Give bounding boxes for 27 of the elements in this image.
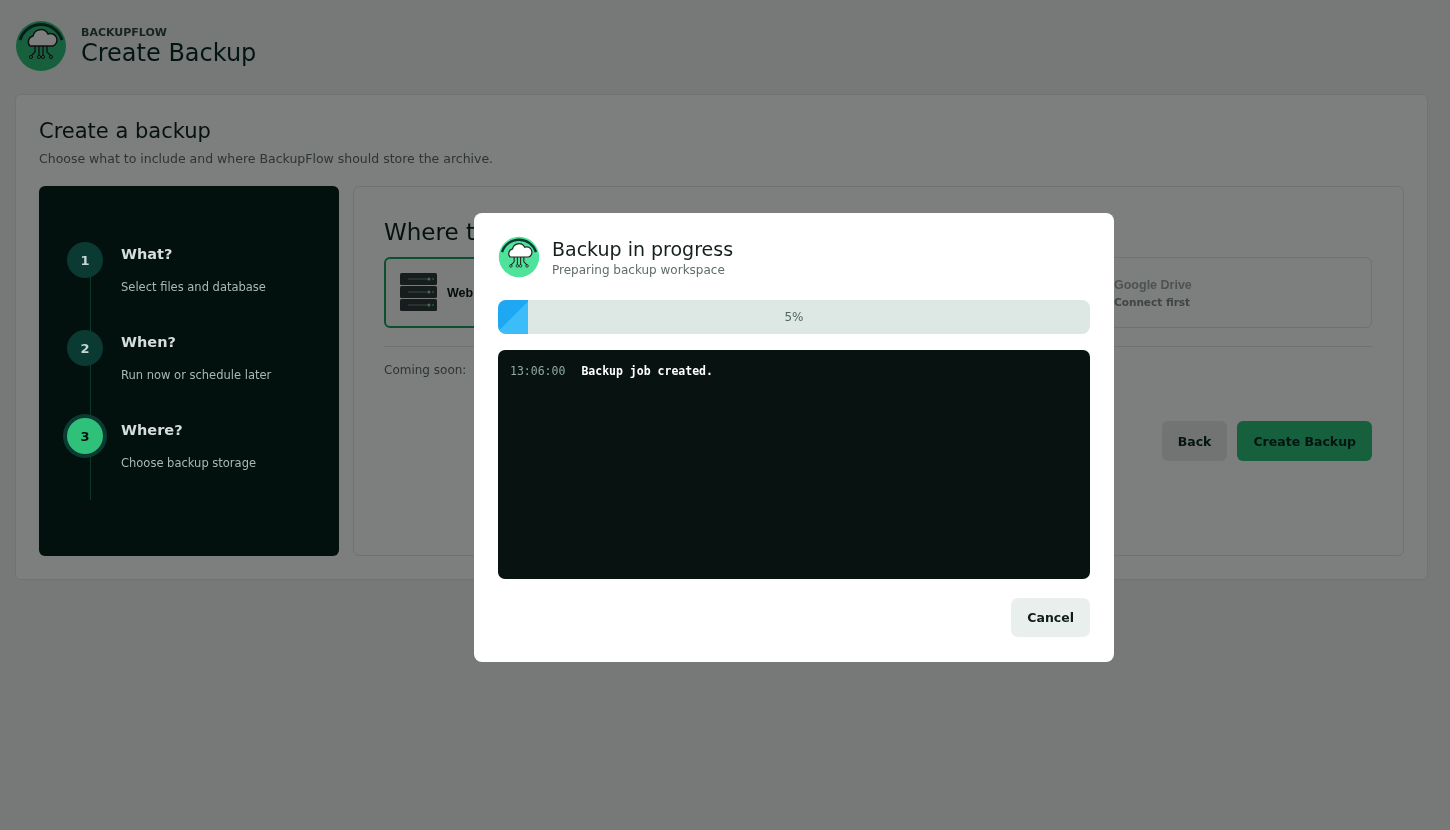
step-description: Choose backup storage: [121, 456, 257, 470]
step-description: Select files and database: [121, 280, 266, 294]
step-number[interactable]: 3: [67, 418, 103, 454]
progress-label: 5%: [784, 310, 804, 324]
dialog-title: Backup in progress: [552, 237, 734, 260]
server-icon: [400, 273, 437, 312]
log-message: Backup job created.: [581, 364, 713, 378]
back-button[interactable]: Back: [1161, 421, 1228, 461]
card-subtitle: Choose what to include and where BackupFlow should store the archive.: [39, 151, 495, 166]
option-note: Connect first: [1114, 295, 1192, 308]
step-number[interactable]: 2: [67, 330, 103, 366]
brand-name: BACKUPFLOW: [81, 25, 168, 39]
section-heading: Where t: [384, 219, 476, 245]
step-number[interactable]: 1: [67, 242, 103, 278]
page-title: Create Backup: [81, 38, 257, 67]
option-label: Web: [447, 285, 474, 300]
step-title: When?: [121, 334, 177, 350]
step-title: Where?: [121, 422, 184, 438]
cloud-logo-icon: [498, 236, 540, 278]
step-title: What?: [121, 246, 174, 262]
step-description: Run now or schedule later: [121, 368, 272, 382]
log-time: 13:06:00: [510, 364, 566, 378]
cancel-button[interactable]: Cancel: [1011, 598, 1090, 637]
card-title: Create a backup: [39, 119, 212, 143]
cloud-logo-icon: [15, 20, 67, 72]
coming-soon-label: Coming soon:: [384, 363, 467, 377]
dialog-subtitle: Preparing backup workspace: [552, 262, 726, 277]
